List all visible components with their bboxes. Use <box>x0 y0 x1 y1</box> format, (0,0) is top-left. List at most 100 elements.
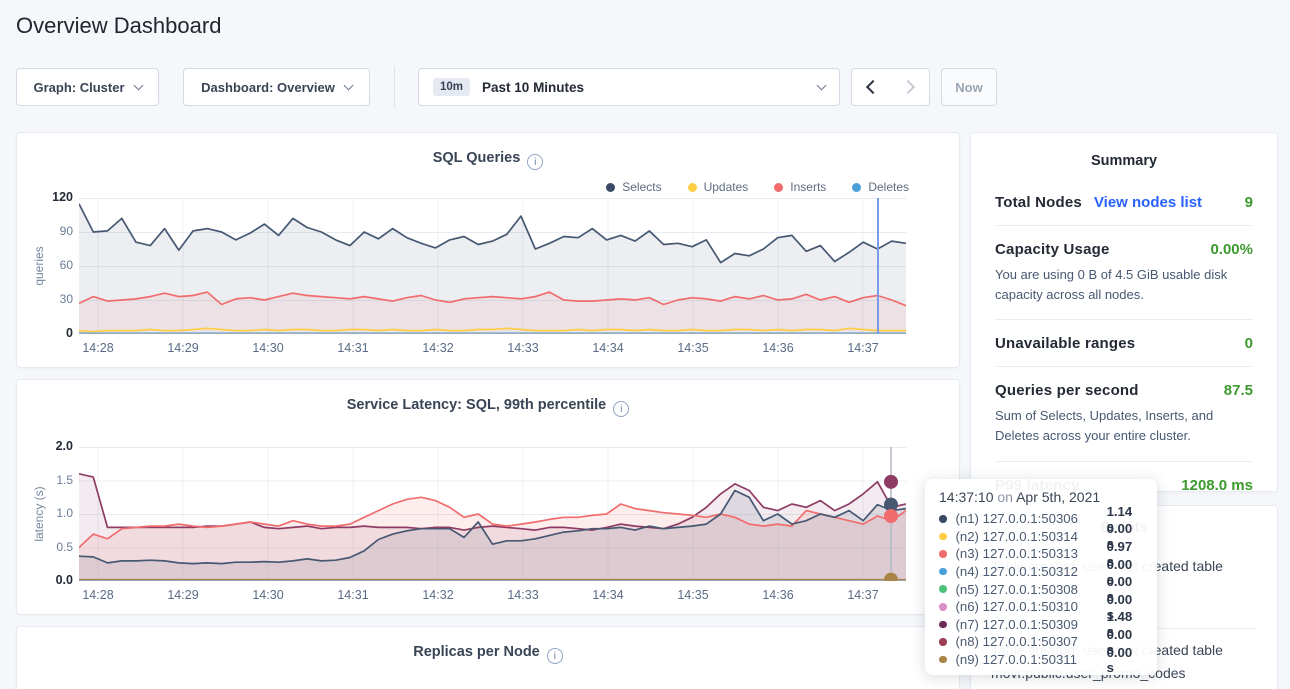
chart-hover-tooltip: 14:37:10 on Apr 5th, 2021 (n1) 127.0.0.1… <box>925 479 1157 675</box>
info-icon[interactable]: i <box>527 154 543 170</box>
tooltip-node-label: (n6) 127.0.0.1:50310 <box>956 599 1107 614</box>
summary-row-qps: Queries per second 87.5 Sum of Selects, … <box>995 367 1253 461</box>
sql-queries-chart-title: SQL Queriesi <box>17 150 959 170</box>
legend-dot <box>774 183 783 192</box>
graph-selector-label: Graph: Cluster <box>33 80 124 95</box>
tooltip-node-row: (n9) 127.0.0.1:50311 0.00 s <box>939 651 1143 669</box>
node-color-dot <box>939 585 947 593</box>
x-axis-tick: 14:31 <box>337 588 368 602</box>
x-axis-tick: 14:32 <box>422 588 453 602</box>
qps-value: 87.5 <box>1224 382 1253 399</box>
x-axis-tick: 14:35 <box>677 341 708 355</box>
x-axis-tick: 14:28 <box>82 588 113 602</box>
unavailable-ranges-label: Unavailable ranges <box>995 335 1135 352</box>
y-axis-label: queries <box>32 246 46 285</box>
info-icon[interactable]: i <box>547 648 563 664</box>
x-axis-tick: 14:30 <box>252 341 283 355</box>
capacity-usage-label: Capacity Usage <box>995 241 1110 258</box>
node-color-dot <box>939 638 947 646</box>
time-next-button[interactable] <box>890 68 930 106</box>
legend-item-deletes[interactable]: Deletes <box>852 180 909 194</box>
sql-queries-chart-card: SQL Queriesi Selects Updates Inserts Delete… <box>16 132 960 368</box>
summary-panel: Summary Total Nodes View nodes list 9 Ca… <box>970 132 1278 492</box>
tooltip-node-label: (n1) 127.0.0.1:50306 <box>956 511 1107 526</box>
legend-dot <box>606 183 615 192</box>
node-color-dot <box>939 515 947 523</box>
replicas-per-node-chart-title: Replicas per Nodei <box>17 644 959 664</box>
p99-latency-value: 1208.0 ms <box>1181 477 1253 494</box>
total-nodes-label: Total Nodes <box>995 194 1082 211</box>
y-axis-tick: 30 <box>39 292 73 306</box>
time-range-label: Past 10 Minutes <box>482 80 584 95</box>
x-axis-tick: 14:30 <box>252 588 283 602</box>
node-color-dot <box>939 568 947 576</box>
summary-row-unavailable-ranges: Unavailable ranges 0 <box>995 320 1253 367</box>
chevron-down-icon <box>343 80 353 90</box>
summary-title: Summary <box>971 133 1277 169</box>
x-axis-tick: 14:36 <box>762 588 793 602</box>
y-axis-label: latency (s) <box>32 486 46 541</box>
time-range-dropdown[interactable]: 10m Past 10 Minutes <box>418 68 840 106</box>
node-color-dot <box>939 550 947 558</box>
x-axis-tick: 14:29 <box>167 341 198 355</box>
tooltip-node-label: (n2) 127.0.0.1:50314 <box>956 529 1107 544</box>
tooltip-node-label: (n3) 127.0.0.1:50313 <box>956 546 1107 561</box>
summary-row-total-nodes: Total Nodes View nodes list 9 <box>995 179 1253 226</box>
chevron-down-icon <box>817 80 827 90</box>
x-axis-tick: 14:34 <box>592 588 623 602</box>
unavailable-ranges-value: 0 <box>1245 335 1253 352</box>
x-axis-tick: 14:32 <box>422 341 453 355</box>
legend-dot <box>688 183 697 192</box>
qps-desc: Sum of Selects, Updates, Inserts, and De… <box>995 406 1253 446</box>
time-range-badge: 10m <box>433 78 470 96</box>
tooltip-node-label: (n7) 127.0.0.1:50309 <box>956 617 1107 632</box>
view-nodes-list-link[interactable]: View nodes list <box>1094 194 1202 211</box>
node-color-dot <box>939 656 947 664</box>
legend-dot <box>852 183 861 192</box>
x-axis-tick: 14:31 <box>337 341 368 355</box>
x-axis-tick: 14:37 <box>847 341 878 355</box>
capacity-usage-value: 0.00% <box>1210 241 1253 258</box>
controls-divider <box>394 66 395 108</box>
x-axis-tick: 14:28 <box>82 341 113 355</box>
service-latency-chart-canvas <box>79 447 906 581</box>
legend-item-updates[interactable]: Updates <box>688 180 749 194</box>
tooltip-node-label: (n5) 127.0.0.1:50308 <box>956 582 1107 597</box>
capacity-usage-desc: You are using 0 B of 4.5 GiB usable disk… <box>995 265 1253 305</box>
total-nodes-value: 9 <box>1245 194 1253 211</box>
replicas-per-node-chart-card: Replicas per Nodei <box>16 626 960 689</box>
service-latency-chart-card: Service Latency: SQL, 99th percentilei 1… <box>16 379 960 615</box>
x-axis-tick: 14:35 <box>677 588 708 602</box>
tooltip-node-value: 0.00 s <box>1107 645 1143 675</box>
overview-dashboard-page: Overview Dashboard Graph: Cluster Dashbo… <box>0 0 1290 689</box>
legend-item-selects[interactable]: Selects <box>606 180 661 194</box>
legend-item-inserts[interactable]: Inserts <box>774 180 826 194</box>
qps-label: Queries per second <box>995 382 1139 399</box>
page-title: Overview Dashboard <box>16 13 221 39</box>
node-color-dot <box>939 621 947 629</box>
x-axis-tick: 14:37 <box>847 588 878 602</box>
tooltip-node-label: (n8) 127.0.0.1:50307 <box>956 634 1107 649</box>
tooltip-timestamp: 14:37:10 on Apr 5th, 2021 <box>939 489 1143 505</box>
dashboard-selector-dropdown[interactable]: Dashboard: Overview <box>183 68 370 106</box>
dashboard-selector-label: Dashboard: Overview <box>201 80 335 95</box>
time-prev-button[interactable] <box>851 68 891 106</box>
x-axis-tick: 14:29 <box>167 588 198 602</box>
y-axis-tick: 0.0 <box>39 573 73 587</box>
x-axis-tick: 14:33 <box>507 588 538 602</box>
x-axis-tick: 14:34 <box>592 341 623 355</box>
x-axis-tick: 14:36 <box>762 341 793 355</box>
tooltip-node-label: (n9) 127.0.0.1:50311 <box>956 652 1107 667</box>
node-color-dot <box>939 603 947 611</box>
info-icon[interactable]: i <box>613 401 629 417</box>
chevron-left-icon <box>866 80 880 94</box>
sql-queries-legend: Selects Updates Inserts Deletes <box>606 180 909 194</box>
graph-selector-dropdown[interactable]: Graph: Cluster <box>16 68 159 106</box>
node-color-dot <box>939 533 947 541</box>
x-axis-tick: 14:33 <box>507 341 538 355</box>
y-axis-tick: 1.5 <box>39 473 73 487</box>
service-latency-chart-title: Service Latency: SQL, 99th percentilei <box>17 397 959 417</box>
sql-queries-chart-canvas <box>79 198 906 334</box>
time-now-button[interactable]: Now <box>941 68 997 106</box>
chevron-down-icon <box>133 80 143 90</box>
